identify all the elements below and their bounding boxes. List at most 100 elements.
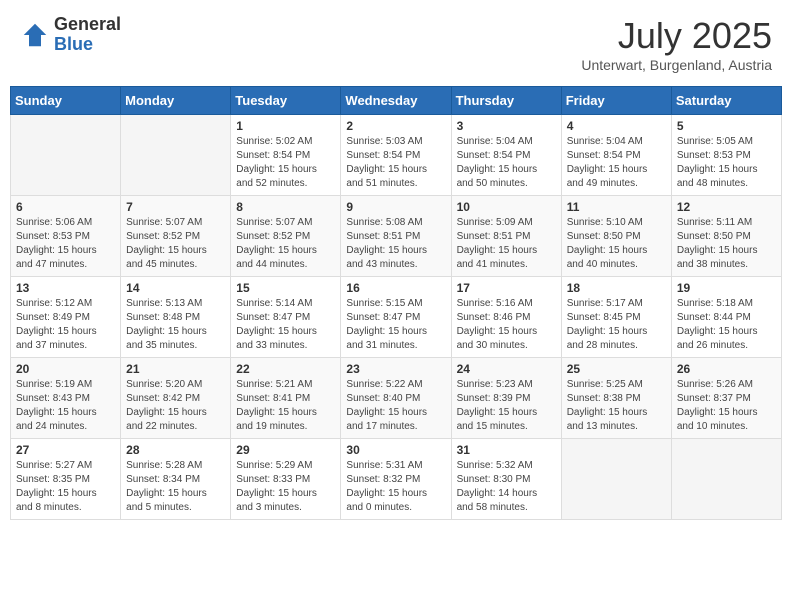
day-detail: Sunrise: 5:28 AMSunset: 8:34 PMDaylight:… [126,459,225,515]
day-detail: Sunrise: 5:29 AMSunset: 8:33 PMDaylight:… [236,459,335,515]
calendar-week-row: 1 Sunrise: 5:02 AMSunset: 8:54 PMDaylight… [11,115,782,196]
weekday-header: Sunday [11,87,121,115]
day-number: 29 [236,443,335,457]
day-number: 8 [236,200,335,214]
day-detail: Sunrise: 5:23 AMSunset: 8:39 PMDaylight:… [457,378,556,434]
day-number: 18 [567,281,666,295]
day-number: 27 [16,443,115,457]
day-number: 15 [236,281,335,295]
day-detail: Sunrise: 5:09 AMSunset: 8:51 PMDaylight:… [457,216,556,272]
day-number: 12 [677,200,776,214]
day-number: 19 [677,281,776,295]
calendar-day-cell [11,115,121,196]
calendar-week-row: 6Sunrise: 5:06 AMSunset: 8:53 PMDaylight… [11,196,782,277]
calendar-day-cell: 20 Sunrise: 5:19 AMSunset: 8:43 PMDayligh… [11,358,121,439]
calendar-day-cell: 26 Sunrise: 5:26 AMSunset: 8:37 PMDayligh… [671,358,781,439]
day-number: 24 [457,362,556,376]
weekday-header: Monday [121,87,231,115]
location-subtitle: Unterwart, Burgenland, Austria [581,57,772,73]
day-detail: Sunrise: 5:05 AMSunset: 8:53 PMDaylight:… [677,135,776,191]
calendar-week-row: 20 Sunrise: 5:19 AMSunset: 8:43 PMDayligh… [11,358,782,439]
day-detail: Sunrise: 5:02 AMSunset: 8:54 PMDaylight:… [236,135,335,191]
day-detail: Sunrise: 5:14 AMSunset: 8:47 PMDaylight:… [236,297,335,353]
calendar-day-cell: 5Sunrise: 5:05 AMSunset: 8:53 PMDaylight… [671,115,781,196]
day-detail: Sunrise: 5:06 AMSunset: 8:53 PMDaylight:… [16,216,115,272]
weekday-header: Saturday [671,87,781,115]
calendar-day-cell: 21Sunrise: 5:20 AMSunset: 8:42 PMDayligh… [121,358,231,439]
calendar-day-cell: 2 Sunrise: 5:03 AMSunset: 8:54 PMDaylight… [341,115,451,196]
day-detail: Sunrise: 5:08 AMSunset: 8:51 PMDaylight:… [346,216,445,272]
day-number: 9 [346,200,445,214]
day-number: 21 [126,362,225,376]
calendar-day-cell: 12 Sunrise: 5:11 AMSunset: 8:50 PMDayligh… [671,196,781,277]
day-number: 31 [457,443,556,457]
calendar-day-cell: 16 Sunrise: 5:15 AMSunset: 8:47 PMDayligh… [341,277,451,358]
logo: General Blue [20,15,121,55]
calendar-day-cell: 25Sunrise: 5:25 AMSunset: 8:38 PMDayligh… [561,358,671,439]
day-number: 7 [126,200,225,214]
calendar-day-cell: 14 Sunrise: 5:13 AMSunset: 8:48 PMDayligh… [121,277,231,358]
calendar-day-cell: 19 Sunrise: 5:18 AMSunset: 8:44 PMDayligh… [671,277,781,358]
day-number: 1 [236,119,335,133]
weekday-header: Thursday [451,87,561,115]
calendar-day-cell: 3 Sunrise: 5:04 AMSunset: 8:54 PMDaylight… [451,115,561,196]
day-number: 10 [457,200,556,214]
logo-blue: Blue [54,35,121,55]
day-number: 20 [16,362,115,376]
title-block: July 2025 Unterwart, Burgenland, Austria [581,15,772,73]
calendar-day-cell: 29 Sunrise: 5:29 AMSunset: 8:33 PMDayligh… [231,439,341,520]
day-detail: Sunrise: 5:07 AMSunset: 8:52 PMDaylight:… [126,216,225,272]
calendar-day-cell: 11 Sunrise: 5:10 AMSunset: 8:50 PMDayligh… [561,196,671,277]
day-number: 16 [346,281,445,295]
day-number: 3 [457,119,556,133]
calendar-day-cell: 8 Sunrise: 5:07 AMSunset: 8:52 PMDaylight… [231,196,341,277]
logo-general: General [54,15,121,35]
calendar-day-cell: 9 Sunrise: 5:08 AMSunset: 8:51 PMDaylight… [341,196,451,277]
day-detail: Sunrise: 5:27 AMSunset: 8:35 PMDaylight:… [16,459,115,515]
calendar-day-cell: 7 Sunrise: 5:07 AMSunset: 8:52 PMDaylight… [121,196,231,277]
calendar-week-row: 27 Sunrise: 5:27 AMSunset: 8:35 PMDayligh… [11,439,782,520]
calendar-day-cell: 6Sunrise: 5:06 AMSunset: 8:53 PMDaylight… [11,196,121,277]
calendar-week-row: 13 Sunrise: 5:12 AMSunset: 8:49 PMDayligh… [11,277,782,358]
weekday-header: Wednesday [341,87,451,115]
day-detail: Sunrise: 5:18 AMSunset: 8:44 PMDaylight:… [677,297,776,353]
day-detail: Sunrise: 5:26 AMSunset: 8:37 PMDaylight:… [677,378,776,434]
day-detail: Sunrise: 5:21 AMSunset: 8:41 PMDaylight:… [236,378,335,434]
day-number: 14 [126,281,225,295]
day-number: 30 [346,443,445,457]
calendar-day-cell: 22Sunrise: 5:21 AMSunset: 8:41 PMDayligh… [231,358,341,439]
day-detail: Sunrise: 5:15 AMSunset: 8:47 PMDaylight:… [346,297,445,353]
calendar-day-cell: 18Sunrise: 5:17 AMSunset: 8:45 PMDayligh… [561,277,671,358]
day-detail: Sunrise: 5:07 AMSunset: 8:52 PMDaylight:… [236,216,335,272]
day-number: 23 [346,362,445,376]
weekday-header-row: SundayMondayTuesdayWednesdayThursdayFrid… [11,87,782,115]
day-number: 28 [126,443,225,457]
day-detail: Sunrise: 5:04 AMSunset: 8:54 PMDaylight:… [457,135,556,191]
day-detail: Sunrise: 5:12 AMSunset: 8:49 PMDaylight:… [16,297,115,353]
day-number: 13 [16,281,115,295]
day-detail: Sunrise: 5:11 AMSunset: 8:50 PMDaylight:… [677,216,776,272]
calendar-day-cell [671,439,781,520]
calendar-day-cell: 23 Sunrise: 5:22 AMSunset: 8:40 PMDayligh… [341,358,451,439]
calendar-day-cell: 30Sunrise: 5:31 AMSunset: 8:32 PMDayligh… [341,439,451,520]
calendar-day-cell: 1 Sunrise: 5:02 AMSunset: 8:54 PMDaylight… [231,115,341,196]
day-number: 26 [677,362,776,376]
day-detail: Sunrise: 5:22 AMSunset: 8:40 PMDaylight:… [346,378,445,434]
day-detail: Sunrise: 5:13 AMSunset: 8:48 PMDaylight:… [126,297,225,353]
day-number: 11 [567,200,666,214]
day-number: 25 [567,362,666,376]
day-detail: Sunrise: 5:03 AMSunset: 8:54 PMDaylight:… [346,135,445,191]
calendar-day-cell: 24 Sunrise: 5:23 AMSunset: 8:39 PMDayligh… [451,358,561,439]
day-detail: Sunrise: 5:16 AMSunset: 8:46 PMDaylight:… [457,297,556,353]
calendar-day-cell: 10 Sunrise: 5:09 AMSunset: 8:51 PMDayligh… [451,196,561,277]
day-detail: Sunrise: 5:10 AMSunset: 8:50 PMDaylight:… [567,216,666,272]
day-detail: Sunrise: 5:19 AMSunset: 8:43 PMDaylight:… [16,378,115,434]
day-number: 2 [346,119,445,133]
calendar-day-cell: 31Sunrise: 5:32 AMSunset: 8:30 PMDayligh… [451,439,561,520]
calendar-table: SundayMondayTuesdayWednesdayThursdayFrid… [10,86,782,520]
calendar-day-cell [121,115,231,196]
calendar-day-cell: 15 Sunrise: 5:14 AMSunset: 8:47 PMDayligh… [231,277,341,358]
page-header: General Blue July 2025 Unterwart, Burgen… [10,10,782,78]
weekday-header: Friday [561,87,671,115]
logo-icon [20,20,50,50]
